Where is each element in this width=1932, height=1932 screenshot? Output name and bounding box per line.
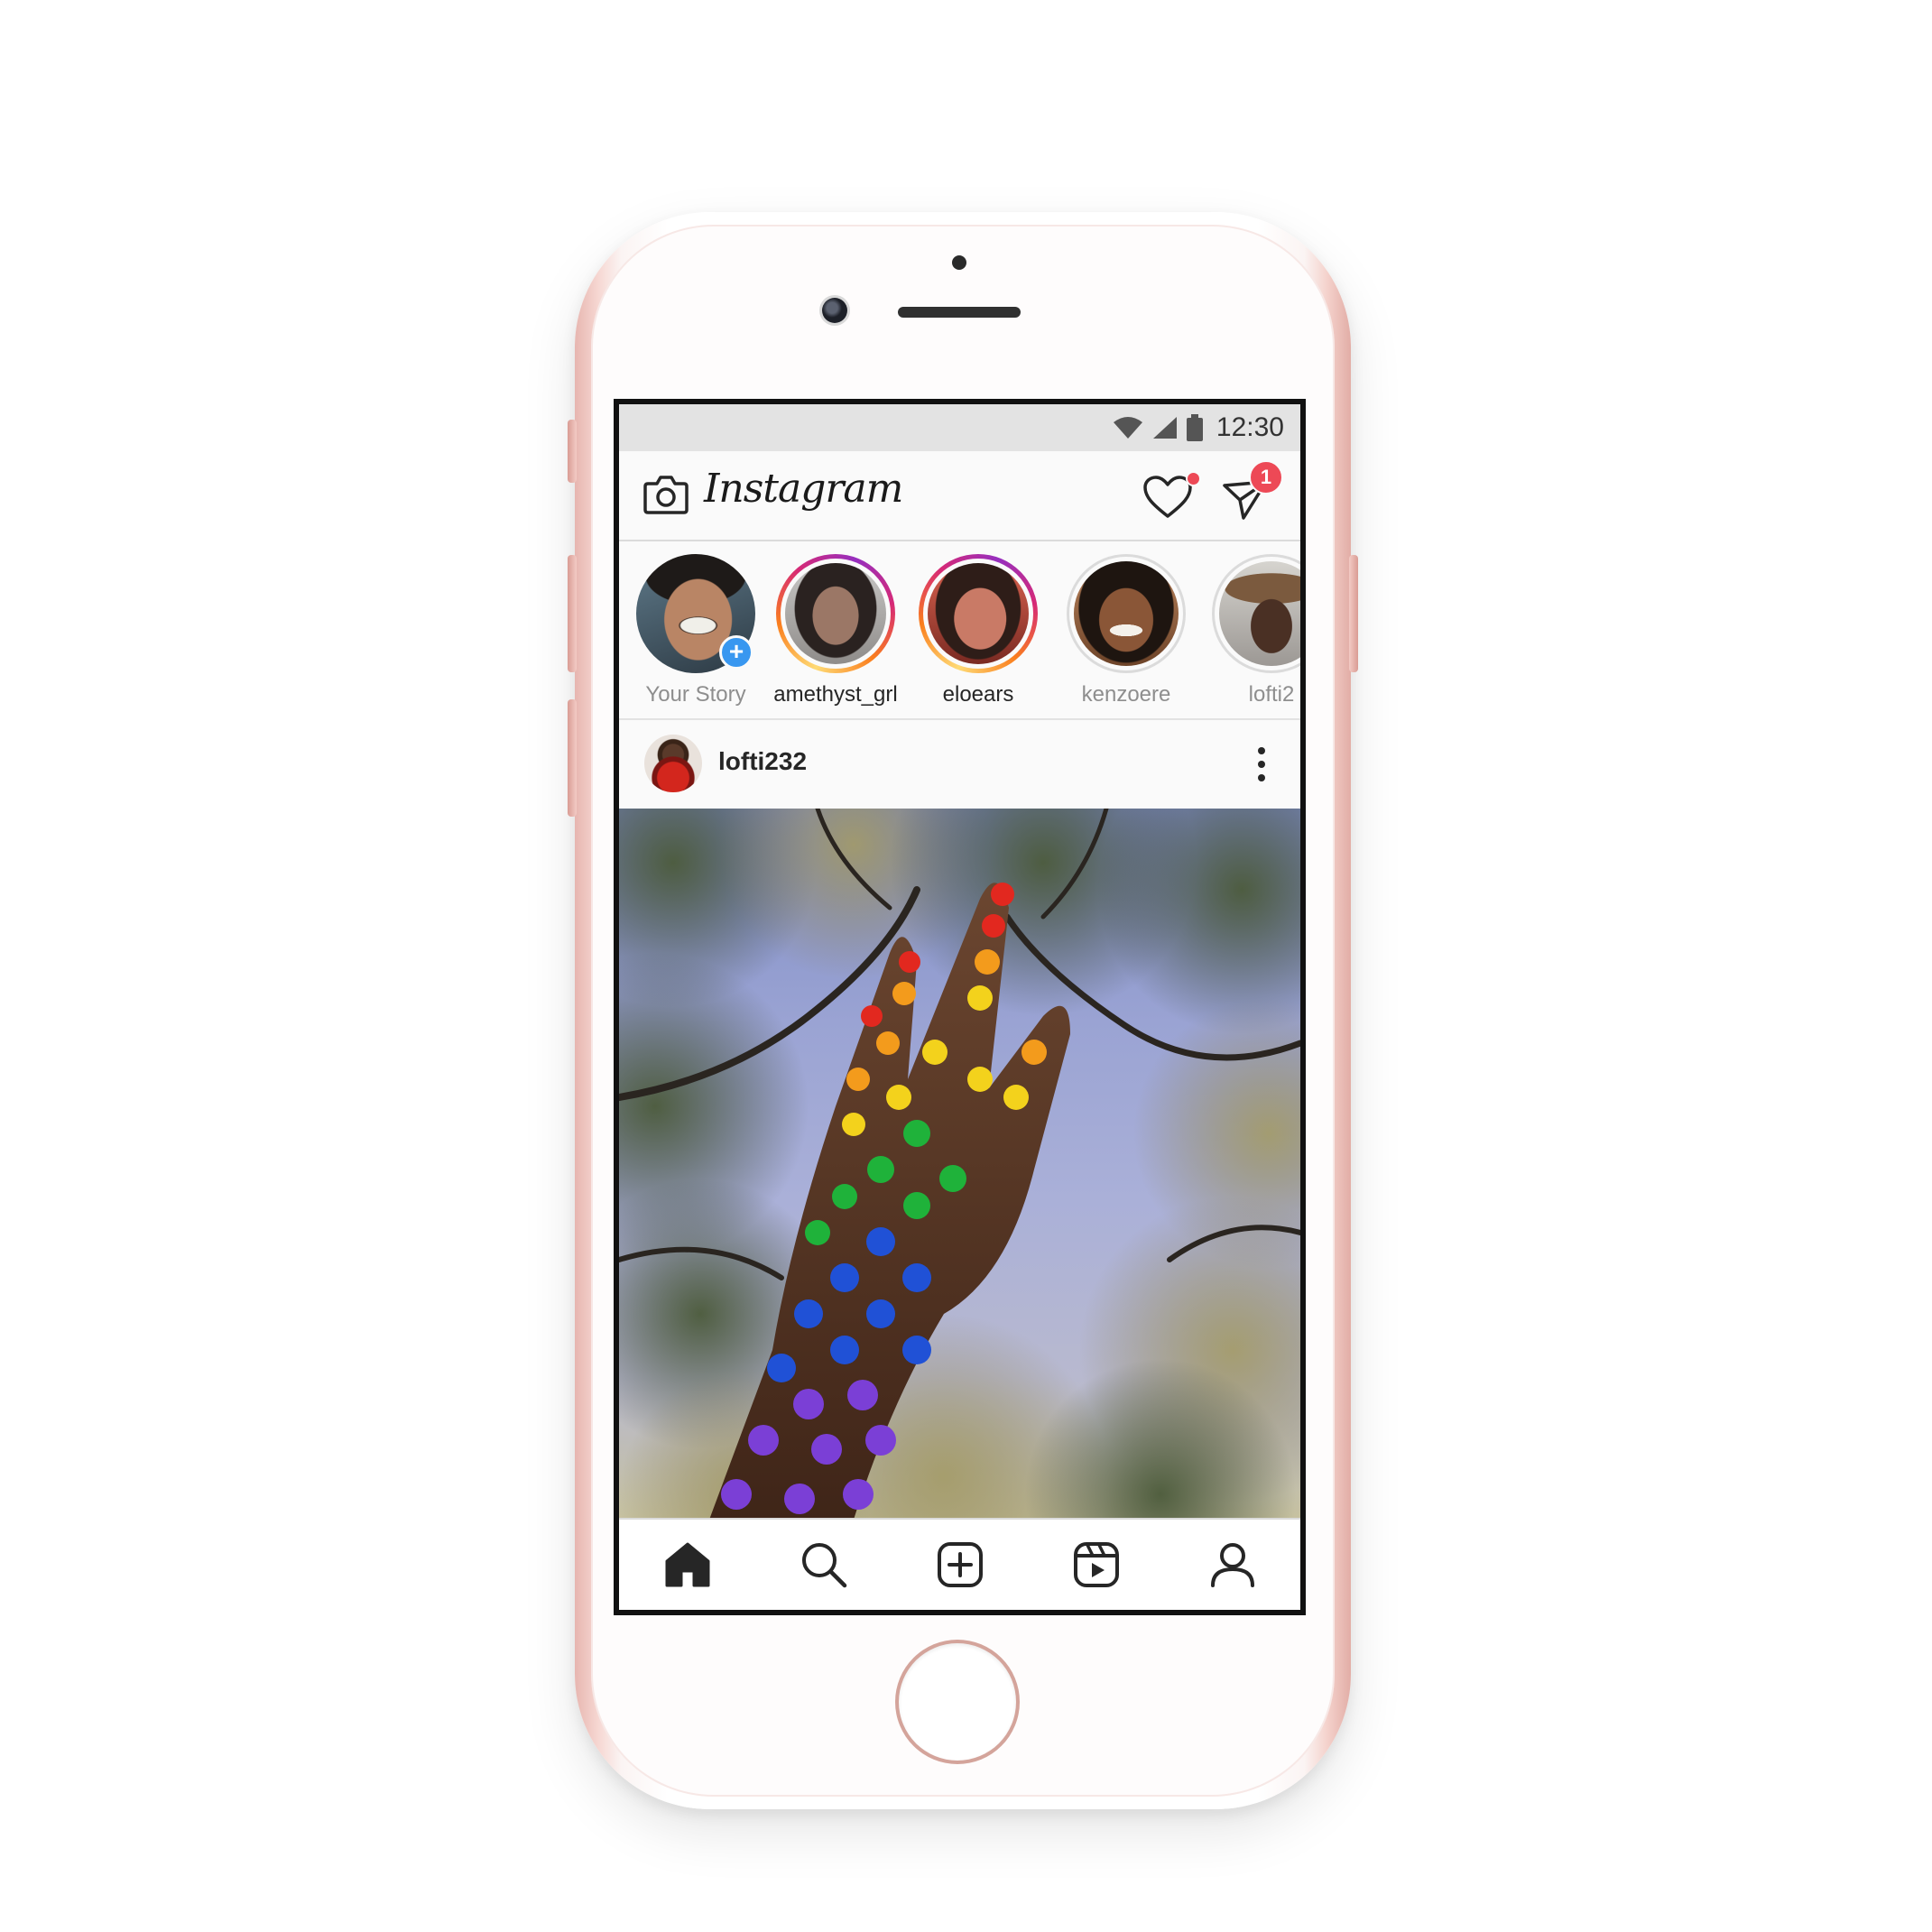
home-icon bbox=[665, 1542, 709, 1587]
add-story-button[interactable]: + bbox=[719, 635, 753, 670]
post-author-avatar[interactable] bbox=[644, 735, 702, 792]
story-label: kenzoere bbox=[1081, 682, 1171, 707]
instagram-logo: Instagram bbox=[704, 466, 903, 512]
story-your-story[interactable]: + Your Story bbox=[628, 554, 763, 707]
app-header: Instagram 1 bbox=[619, 451, 1300, 541]
story-label: Your Story bbox=[645, 682, 746, 707]
camera-icon[interactable] bbox=[642, 473, 689, 516]
story-label: eloears bbox=[942, 682, 1014, 707]
story-amethyst-grl[interactable]: amethyst_grl bbox=[768, 554, 903, 707]
add-post-icon bbox=[937, 1542, 983, 1587]
story-lofti2[interactable]: lofti2 bbox=[1204, 554, 1300, 707]
search-icon bbox=[801, 1543, 846, 1588]
nav-home[interactable] bbox=[661, 1538, 715, 1592]
avatar bbox=[1219, 561, 1300, 666]
profile-icon bbox=[1210, 1543, 1254, 1587]
avatar bbox=[785, 563, 886, 664]
front-camera bbox=[822, 298, 847, 323]
status-icons: 12:30 bbox=[1112, 411, 1284, 444]
story-ring bbox=[1067, 554, 1186, 673]
avatar bbox=[1074, 561, 1179, 666]
phone-screen: 12:30 Instagram 1 + Your Story amethyst_… bbox=[614, 399, 1306, 1615]
bottom-navigation bbox=[619, 1518, 1300, 1610]
proximity-sensor bbox=[952, 255, 966, 270]
post-image[interactable] bbox=[619, 809, 1300, 1520]
post-username[interactable]: lofti232 bbox=[718, 747, 807, 776]
activity-notification-dot bbox=[1186, 471, 1201, 486]
status-time: 12:30 bbox=[1216, 412, 1284, 442]
story-ring bbox=[1212, 554, 1300, 673]
more-vertical-icon[interactable] bbox=[1257, 745, 1266, 783]
status-bar: 12:30 bbox=[619, 404, 1300, 451]
story-ring bbox=[776, 554, 895, 673]
story-kenzoere[interactable]: kenzoere bbox=[1058, 554, 1194, 707]
stories-tray: + Your Story amethyst_grl eloears kenzoe… bbox=[619, 541, 1300, 720]
power-button bbox=[1349, 555, 1358, 672]
cellular-signal-icon bbox=[1152, 417, 1177, 439]
nav-create[interactable] bbox=[933, 1538, 987, 1592]
story-eloears[interactable]: eloears bbox=[911, 554, 1046, 707]
volume-down-button bbox=[568, 699, 577, 817]
mute-switch bbox=[568, 420, 577, 483]
home-button[interactable] bbox=[899, 1643, 1016, 1761]
battery-icon bbox=[1186, 414, 1203, 441]
story-ring bbox=[919, 554, 1038, 673]
volume-up-button bbox=[568, 555, 577, 672]
story-label: amethyst_grl bbox=[773, 682, 898, 707]
direct-message-badge: 1 bbox=[1249, 460, 1283, 495]
nav-profile[interactable] bbox=[1206, 1538, 1260, 1592]
wifi-icon bbox=[1113, 417, 1142, 439]
post-photo bbox=[619, 809, 1300, 1520]
avatar bbox=[928, 563, 1029, 664]
earpiece-speaker bbox=[898, 307, 1021, 318]
nav-search[interactable] bbox=[797, 1538, 851, 1592]
post-header: lofti232 bbox=[619, 720, 1300, 809]
nav-reels[interactable] bbox=[1069, 1538, 1123, 1592]
product-mockup: 12:30 Instagram 1 + Your Story amethyst_… bbox=[0, 0, 1932, 1932]
reels-icon bbox=[1073, 1542, 1119, 1587]
story-ring: + bbox=[636, 554, 755, 673]
story-label: lofti2 bbox=[1248, 682, 1295, 707]
